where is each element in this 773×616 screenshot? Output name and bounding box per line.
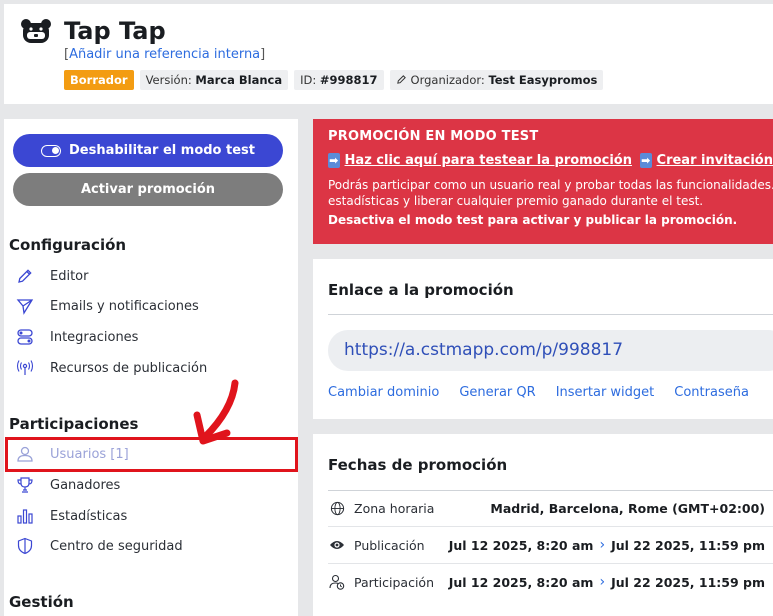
disable-test-mode-label: Deshabilitar el modo test xyxy=(69,143,255,158)
id-label: ID: xyxy=(300,73,317,87)
test-mode-description-line-1: Podrás participar como un usuario real y… xyxy=(328,178,773,192)
section-title-participations: Participaciones xyxy=(9,415,139,433)
activate-promotion-button[interactable]: Activar promoción xyxy=(13,173,283,206)
organizer-label: Organizador: xyxy=(410,73,485,87)
link-actions: Cambiar dominio Generar QR Insertar widg… xyxy=(328,385,749,400)
promotion-url[interactable]: https://a.cstmapp.com/p/998817 xyxy=(328,330,773,371)
bear-logo-icon xyxy=(21,19,51,43)
user-icon xyxy=(14,444,36,464)
sidebar-item-statistics[interactable]: Estadísticas xyxy=(9,502,294,530)
generate-qr-link[interactable]: Generar QR xyxy=(459,385,535,400)
broadcast-icon xyxy=(14,358,36,378)
timezone-label: Zona horaria xyxy=(354,500,435,516)
status-badge: Borrador xyxy=(64,70,134,90)
participation-start: Jul 12 2025, 8:20 am xyxy=(448,574,594,590)
disable-test-mode-button[interactable]: Deshabilitar el modo test xyxy=(13,134,283,167)
test-mode-banner: PROMOCIÓN EN MODO TEST ➡ Haz clic aquí pa… xyxy=(313,119,773,244)
bracket-close: ] xyxy=(260,47,266,62)
globe-icon xyxy=(328,499,346,517)
eye-icon xyxy=(328,536,346,554)
sidebar-item-emails[interactable]: Emails y notificaciones xyxy=(9,292,294,320)
publication-dates: Jul 12 2025, 8:20 am › Jul 22 2025, 11:5… xyxy=(449,537,773,553)
publication-row: Publicación Jul 12 2025, 8:20 am › Jul 2… xyxy=(328,527,773,563)
toggle-icon xyxy=(41,144,61,157)
participation-dates: Jul 12 2025, 8:20 am › Jul 22 2025, 11:5… xyxy=(449,574,773,590)
pencil-icon xyxy=(396,75,406,84)
meta-row: Borrador Versión: Marca Blanca ID: #9988… xyxy=(64,70,604,90)
publication-end: Jul 22 2025, 11:59 pm xyxy=(611,537,765,553)
test-promotion-link[interactable]: Haz clic aquí para testear la promoción xyxy=(345,153,632,168)
arrow-right-icon: ➡ xyxy=(639,153,652,168)
sidebar-item-label: Emails y notificaciones xyxy=(50,298,199,314)
divider xyxy=(328,314,773,315)
sidebar-item-label: Estadísticas xyxy=(50,508,128,524)
participation-end: Jul 22 2025, 11:59 pm xyxy=(611,574,765,590)
promotion-header: Tap Tap [Añadir una referencia interna] … xyxy=(4,4,773,104)
shield-icon xyxy=(14,536,36,556)
bar-chart-icon xyxy=(14,506,36,526)
timezone-value: Madrid, Barcelona, Rome (GMT+02:00) xyxy=(490,500,765,516)
publication-start: Jul 12 2025, 8:20 am xyxy=(448,537,594,553)
id-value: #998817 xyxy=(319,73,378,87)
id-chip: ID: #998817 xyxy=(294,70,384,90)
version-label: Versión: xyxy=(145,73,192,87)
participation-row: Participación Jul 12 2025, 8:20 am › Jul… xyxy=(328,564,773,600)
send-icon xyxy=(14,296,36,316)
pencil-icon xyxy=(14,266,36,286)
sidebar-item-winners[interactable]: Ganadores xyxy=(9,471,294,499)
sidebar-item-editor[interactable]: Editor xyxy=(9,262,294,290)
sidebar-item-label: Usuarios [1] xyxy=(50,446,129,462)
sidebar-item-label: Editor xyxy=(50,268,89,284)
participation-label: Participación xyxy=(354,574,435,590)
organizer-value: Test Easypromos xyxy=(488,73,598,87)
test-mode-cta: Desactiva el modo test para activar y pu… xyxy=(328,213,738,227)
section-title-configuration: Configuración xyxy=(9,236,127,254)
create-invitation-link[interactable]: Crear invitación xyxy=(657,153,773,168)
internal-reference-link[interactable]: [Añadir una referencia interna] xyxy=(64,47,265,62)
user-clock-icon xyxy=(328,573,346,591)
insert-widget-link[interactable]: Insertar widget xyxy=(556,385,655,400)
change-domain-link[interactable]: Cambiar dominio xyxy=(328,385,439,400)
password-link[interactable]: Contraseña xyxy=(674,385,749,400)
test-mode-title: PROMOCIÓN EN MODO TEST xyxy=(328,129,539,144)
arrow-right-icon: ➡ xyxy=(328,153,340,168)
promotion-dates-card: Fechas de promoción Zona horaria Madrid,… xyxy=(313,434,773,616)
sidebar-item-label: Recursos de publicación xyxy=(50,360,208,376)
section-title-management: Gestión xyxy=(9,593,74,611)
sidebar-item-publishing-resources[interactable]: Recursos de publicación xyxy=(9,354,294,382)
test-mode-description-line-2: estadísticas y liberar cualquier premio … xyxy=(328,194,704,208)
version-value: Marca Blanca xyxy=(195,73,283,87)
sidebar-item-label: Integraciones xyxy=(50,329,139,345)
promotion-dates-title: Fechas de promoción xyxy=(328,456,508,474)
chevron-right-icon: › xyxy=(599,574,606,590)
promotion-link-card: Enlace a la promoción https://a.cstmapp.… xyxy=(313,259,773,419)
red-arrow-annotation-icon xyxy=(193,379,239,445)
sidebar-item-label: Centro de seguridad xyxy=(50,538,183,554)
sidebar-item-users[interactable]: Usuarios [1] xyxy=(9,440,294,468)
page-title: Tap Tap xyxy=(64,17,166,45)
integrations-icon xyxy=(14,327,36,347)
chevron-right-icon: › xyxy=(599,537,606,553)
sidebar: Deshabilitar el modo test Activar promoc… xyxy=(4,119,298,616)
timezone-row: Zona horaria Madrid, Barcelona, Rome (GM… xyxy=(328,490,773,526)
sidebar-item-integrations[interactable]: Integraciones xyxy=(9,323,294,351)
version-chip: Versión: Marca Blanca xyxy=(139,70,289,90)
internal-reference-label[interactable]: Añadir una referencia interna xyxy=(69,47,260,62)
test-mode-links: ➡ Haz clic aquí para testear la promoción… xyxy=(328,153,773,168)
sidebar-item-security-center[interactable]: Centro de seguridad xyxy=(9,532,294,560)
sidebar-item-label: Ganadores xyxy=(50,477,121,493)
organizer-chip[interactable]: Organizador: Test Easypromos xyxy=(389,70,604,90)
promotion-link-title: Enlace a la promoción xyxy=(328,281,514,299)
trophy-icon xyxy=(14,475,36,495)
publication-label: Publicación xyxy=(354,537,425,553)
